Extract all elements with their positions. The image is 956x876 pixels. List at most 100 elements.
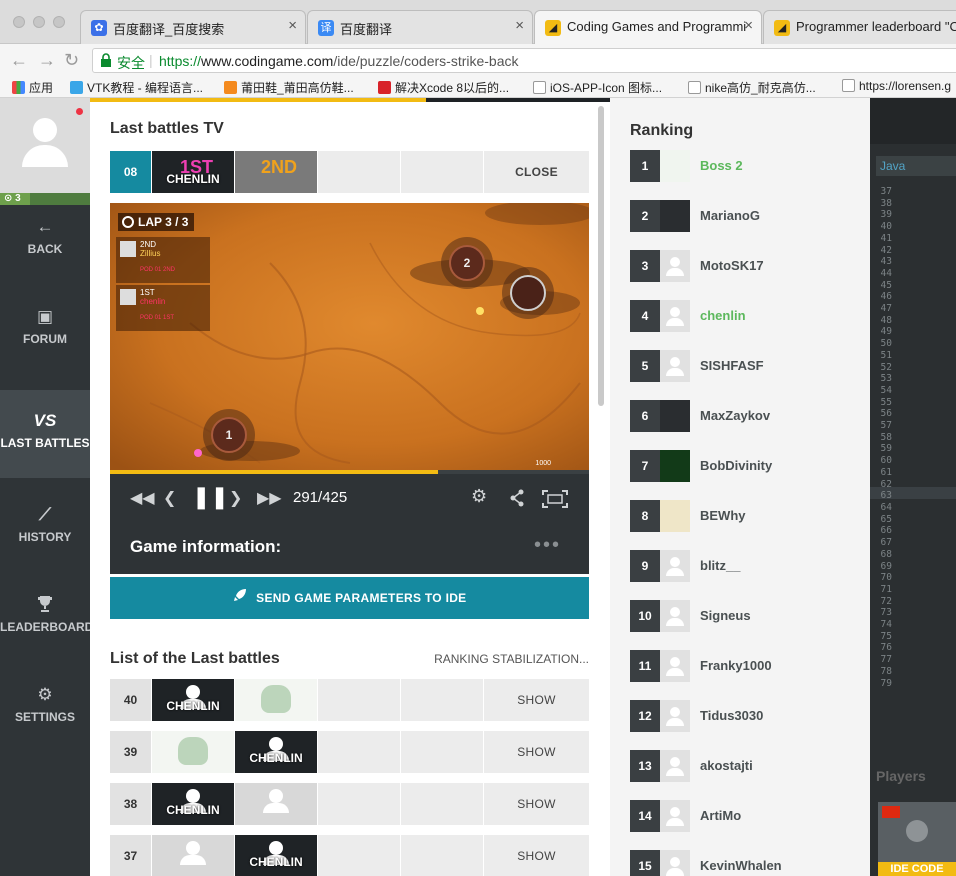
- player-name[interactable]: akostajti: [700, 758, 753, 773]
- bookmark-xcode[interactable]: 解决Xcode 8以后的...: [378, 79, 509, 96]
- tab-close-icon[interactable]: ×: [744, 17, 753, 34]
- game-viewer[interactable]: LAP 3 / 3 2ND Zillius POD 01 2ND 1ST che…: [110, 203, 589, 471]
- ranking-row[interactable]: 6 MaxZaykov: [630, 400, 860, 432]
- ranking-row[interactable]: 12 Tidus3030: [630, 700, 860, 732]
- send-parameters-button[interactable]: SEND GAME PARAMETERS TO IDE: [110, 577, 589, 619]
- player-name[interactable]: KevinWhalen: [700, 858, 782, 873]
- more-options-icon[interactable]: •••: [534, 534, 561, 557]
- player-name[interactable]: Tidus3030: [700, 708, 763, 723]
- ranking-row[interactable]: 10 Signeus: [630, 600, 860, 632]
- player-name[interactable]: ArtiMo: [700, 808, 741, 823]
- player-name[interactable]: MotoSK17: [700, 258, 764, 273]
- battle-player[interactable]: CHENLIN: [152, 679, 235, 721]
- ranking-row[interactable]: 8 BEWhy: [630, 500, 860, 532]
- battle-opponent[interactable]: [152, 835, 235, 876]
- player-name[interactable]: Franky1000: [700, 658, 772, 673]
- browser-tab-leaderboard[interactable]: ◢ Programmer leaderboard "Co: [763, 10, 956, 44]
- url-input[interactable]: 安全 | https://www.codingame.com/ide/puzzl…: [92, 48, 956, 73]
- user-avatar[interactable]: [0, 98, 90, 193]
- ranking-row[interactable]: 5 SISHFASF: [630, 350, 860, 382]
- ranking-row[interactable]: 4 chenlin: [630, 300, 860, 332]
- battle-player[interactable]: CHENLIN: [235, 731, 318, 773]
- fullscreen-icon[interactable]: [542, 490, 568, 508]
- show-button[interactable]: SHOW: [484, 835, 589, 876]
- bookmark-vtk[interactable]: VTK教程 - 编程语言...: [70, 79, 203, 96]
- show-button[interactable]: SHOW: [484, 679, 589, 721]
- battle-opponent[interactable]: [152, 731, 235, 773]
- rocket-icon: [233, 577, 247, 619]
- sidebar-item-history[interactable]: ⟋ HISTORY: [0, 504, 90, 592]
- window-close-button[interactable]: [13, 16, 25, 28]
- ranking-row[interactable]: 9 blitz__: [630, 550, 860, 582]
- show-button[interactable]: SHOW: [484, 783, 589, 825]
- tab-close-icon[interactable]: ×: [288, 17, 297, 34]
- panel-scrollbar[interactable]: [598, 106, 604, 406]
- tab-title: 百度翻译: [340, 22, 393, 37]
- window-minimize-button[interactable]: [33, 16, 45, 28]
- player-name[interactable]: BEWhy: [700, 508, 746, 523]
- ide-code-button[interactable]: IDE CODE: [878, 862, 956, 876]
- close-button[interactable]: CLOSE: [484, 151, 589, 193]
- window-zoom-button[interactable]: [53, 16, 65, 28]
- language-selector[interactable]: Java: [876, 156, 956, 176]
- browser-tab-baidu-search[interactable]: ✿ 百度翻译_百度搜索 ×: [80, 10, 306, 44]
- ranking-row[interactable]: 15 KevinWhalen: [630, 850, 860, 876]
- avatar-head: [269, 841, 283, 855]
- bookmark-nike[interactable]: nike高仿_耐克高仿...: [688, 79, 816, 96]
- battle-number: 38: [110, 783, 152, 825]
- reload-icon[interactable]: ↻: [64, 50, 79, 71]
- share-icon[interactable]: [509, 489, 525, 507]
- ranking-row[interactable]: 11 Franky1000: [630, 650, 860, 682]
- sidebar-item-forum[interactable]: ▣ FORUM: [0, 306, 90, 394]
- tv-battle-strip: 08 1ST CHENLIN 2ND CLOSE: [110, 151, 589, 193]
- sidebar-item-back[interactable]: ← BACK: [0, 216, 90, 304]
- line-number: 74: [880, 619, 892, 631]
- player-name[interactable]: SISHFASF: [700, 358, 764, 373]
- bookmark-ios-icon[interactable]: iOS-APP-Icon 图标...: [533, 79, 662, 96]
- sidebar-item-settings[interactable]: ⚙ SETTINGS: [0, 684, 90, 772]
- player-name[interactable]: MarianoG: [700, 208, 760, 223]
- ranking-row[interactable]: 14 ArtiMo: [630, 800, 860, 832]
- skip-back-icon[interactable]: ◀◀: [130, 488, 155, 508]
- player-name[interactable]: chenlin: [700, 308, 746, 323]
- player-name[interactable]: Boss 2: [700, 158, 743, 173]
- pause-icon[interactable]: ❚❚: [192, 484, 229, 510]
- bookmark-lorensen[interactable]: https://lorensen.g: [842, 79, 951, 93]
- sidebar-item-last-battles[interactable]: VS LAST BATTLES: [0, 390, 90, 478]
- step-back-icon[interactable]: ❮: [163, 488, 176, 508]
- player-name[interactable]: blitz__: [700, 558, 740, 573]
- ranking-row[interactable]: 2 MarianoG: [630, 200, 860, 232]
- tab-close-icon[interactable]: ×: [515, 17, 524, 34]
- avatar-head: [670, 657, 680, 667]
- line-number: 70: [880, 572, 892, 584]
- player-name[interactable]: MaxZaykov: [700, 408, 770, 423]
- back-arrow-icon[interactable]: ←: [10, 50, 28, 71]
- sidebar-item-leaderboard[interactable]: LEADERBOARD: [0, 594, 93, 682]
- player-mini-avatar: [120, 289, 136, 305]
- player-name[interactable]: BobDivinity: [700, 458, 772, 473]
- step-forward-icon[interactable]: ❯: [229, 488, 242, 508]
- player-name[interactable]: Signeus: [700, 608, 751, 623]
- show-button[interactable]: SHOW: [484, 731, 589, 773]
- ranking-row[interactable]: 7 BobDivinity: [630, 450, 860, 482]
- line-number: 52: [880, 361, 892, 373]
- bookmark-shoes[interactable]: 莆田鞋_莆田高仿鞋...: [224, 79, 354, 96]
- battle-opponent[interactable]: [235, 783, 318, 825]
- ranking-row[interactable]: 3 MotoSK17: [630, 250, 860, 282]
- ranking-row[interactable]: 13 akostajti: [630, 750, 860, 782]
- battle-player[interactable]: CHENLIN: [152, 783, 235, 825]
- battle-player[interactable]: CHENLIN: [235, 835, 318, 876]
- skip-forward-icon[interactable]: ▶▶: [257, 488, 282, 508]
- browser-tab-baidu-translate[interactable]: 译 百度翻译 ×: [307, 10, 533, 44]
- avatar-body: [666, 318, 684, 326]
- battle-opponent[interactable]: [235, 679, 318, 721]
- gear-icon[interactable]: ⚙: [471, 486, 487, 507]
- ranking-row[interactable]: 1 Boss 2: [630, 150, 860, 182]
- forward-arrow-icon[interactable]: →: [38, 50, 56, 71]
- bookmark-apps[interactable]: 应用: [12, 79, 53, 96]
- player-first[interactable]: 1ST CHENLIN: [152, 151, 235, 193]
- player-second[interactable]: 2ND: [235, 151, 318, 193]
- browser-tab-codingame[interactable]: ◢ Coding Games and Programmi ×: [534, 10, 762, 44]
- avatar: [660, 200, 690, 232]
- player-card[interactable]: IDE CODE: [878, 802, 956, 876]
